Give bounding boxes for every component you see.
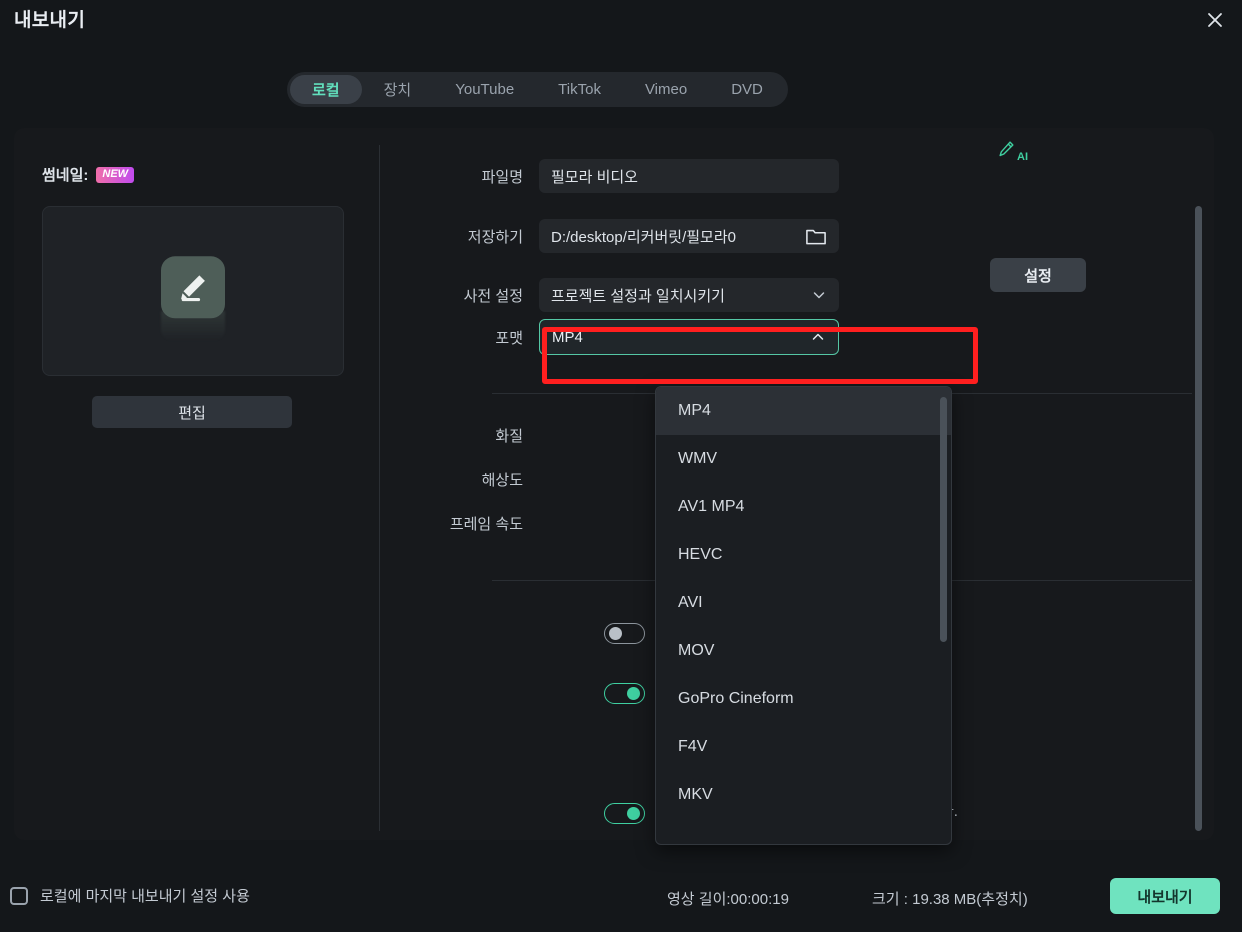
toggle-option-2[interactable] xyxy=(604,683,645,704)
tab-device[interactable]: 장치 xyxy=(362,75,434,104)
format-row: 포맷 MP4 xyxy=(379,319,839,355)
chevron-down-icon xyxy=(811,287,827,303)
video-duration-text: 영상 길이:00:00:19 xyxy=(667,891,789,908)
filename-input[interactable]: 필모라 비디오 xyxy=(539,159,839,193)
dropdown-option-gopro-cineform[interactable]: GoPro Cineform xyxy=(656,675,951,723)
export-target-tabs: 로컬 장치 YouTube TikTok Vimeo DVD xyxy=(287,72,788,107)
dialog-titlebar: 내보내기 xyxy=(0,0,1242,46)
option-label: GoPro Cineform xyxy=(678,690,794,707)
preset-settings-button[interactable]: 설정 xyxy=(990,258,1086,292)
format-value: MP4 xyxy=(552,328,583,346)
save-path-input[interactable]: D:/desktop/리커버릿/필모라0 xyxy=(539,219,839,253)
preset-value: 프로젝트 설정과 일치시키기 xyxy=(551,287,725,305)
dropdown-option-mkv[interactable]: MKV xyxy=(656,771,951,819)
tab-label: YouTube xyxy=(455,81,515,98)
tab-tiktok[interactable]: TikTok xyxy=(536,75,623,104)
option-label: WMV xyxy=(678,450,718,467)
preset-label: 사전 설정 xyxy=(463,287,523,305)
dropdown-option-wmv[interactable]: WMV xyxy=(656,435,951,483)
export-button-label: 내보내기 xyxy=(1137,888,1193,906)
tab-label: Vimeo xyxy=(644,81,688,98)
export-settings-panel: 썸네일: NEW 편집 파일명 필모라 비디오 AI 저장하기 D:/deskt… xyxy=(14,128,1214,840)
option-label: MP4 xyxy=(678,402,711,419)
format-label: 포맷 xyxy=(495,329,523,347)
option-label: AVI xyxy=(678,594,703,611)
new-badge: NEW xyxy=(96,166,135,183)
close-button[interactable] xyxy=(1198,4,1232,36)
option-label: MKV xyxy=(678,786,713,803)
preset-select[interactable]: 프로젝트 설정과 일치시키기 xyxy=(539,278,839,312)
tab-youtube[interactable]: YouTube xyxy=(433,75,536,104)
save-path-row: 저장하기 D:/desktop/리커버릿/필모라0 xyxy=(379,219,839,253)
filename-row: 파일명 필모라 비디오 xyxy=(379,159,839,193)
option-label: MOV xyxy=(678,642,715,659)
pencil-edit-icon xyxy=(161,256,225,319)
toggle-knob xyxy=(627,687,640,700)
estimated-size-text: 크기 : 19.38 MB(추정치) xyxy=(872,891,1028,908)
panel-scrollbar[interactable] xyxy=(1195,206,1202,831)
quality-label: 화질 xyxy=(495,428,523,445)
tab-label: DVD xyxy=(731,81,763,98)
ai-label: AI xyxy=(1017,151,1028,163)
edit-button-label: 편집 xyxy=(178,404,206,422)
toggle-knob xyxy=(609,627,622,640)
thumbnail-label: 썸네일: xyxy=(42,167,89,184)
dropdown-option-f4v[interactable]: F4V xyxy=(656,723,951,771)
thumbnail-label-row: 썸네일: NEW xyxy=(42,164,135,185)
dropdown-option-avi[interactable]: AVI xyxy=(656,579,951,627)
format-dropdown-list: MP4 WMV AV1 MP4 HEVC AVI MOV GoPro Cinef… xyxy=(655,386,952,845)
dialog-footer: 로컬에 마지막 내보내기 설정 사용 영상 길이:00:00:19 크기 : 1… xyxy=(0,862,1242,932)
use-last-settings-checkbox[interactable]: 로컬에 마지막 내보내기 설정 사용 xyxy=(10,885,250,906)
dropdown-option-mp4[interactable]: MP4 xyxy=(656,387,951,435)
thumbnail-preview[interactable] xyxy=(42,206,344,376)
save-path-label: 저장하기 xyxy=(467,228,523,246)
export-dialog: 내보내기 로컬 장치 YouTube TikTok Vimeo DVD 썸네일:… xyxy=(0,0,1242,932)
settings-button-label: 설정 xyxy=(1024,267,1052,285)
tab-local[interactable]: 로컬 xyxy=(290,75,362,104)
tab-label: TikTok xyxy=(558,81,601,98)
resolution-label: 해상도 xyxy=(481,472,523,489)
tab-label: 로컬 xyxy=(312,82,340,99)
tab-label: 장치 xyxy=(383,82,412,99)
checkbox-label: 로컬에 마지막 내보내기 설정 사용 xyxy=(40,888,250,905)
toggle-option-1[interactable] xyxy=(604,623,645,644)
option-label: AV1 MP4 xyxy=(678,498,745,515)
preset-row: 사전 설정 프로젝트 설정과 일치시키기 xyxy=(379,278,839,312)
option-label: HEVC xyxy=(678,546,723,563)
export-button[interactable]: 내보내기 xyxy=(1110,878,1220,914)
tab-vimeo[interactable]: Vimeo xyxy=(623,75,709,104)
option-label: F4V xyxy=(678,738,708,755)
ai-pencil-icon xyxy=(996,139,1016,164)
toggle-knob xyxy=(627,807,640,820)
dropdown-scrollbar[interactable] xyxy=(940,397,947,642)
thumbnail-edit-button[interactable]: 편집 xyxy=(92,396,292,428)
toggle-option-3[interactable] xyxy=(604,803,645,824)
filename-value: 필모라 비디오 xyxy=(551,168,638,186)
checkbox-box xyxy=(10,886,28,905)
dropdown-option-mov[interactable]: MOV xyxy=(656,627,951,675)
save-path-value: D:/desktop/리커버릿/필모라0 xyxy=(551,228,736,246)
chevron-up-icon xyxy=(810,329,826,345)
folder-icon[interactable] xyxy=(805,226,827,246)
page-title: 내보내기 xyxy=(14,10,86,31)
dropdown-option-av1-mp4[interactable]: AV1 MP4 xyxy=(656,483,951,531)
ai-rename-button[interactable]: AI xyxy=(996,139,1028,164)
format-select[interactable]: MP4 xyxy=(539,319,839,355)
framerate-label: 프레임 속도 xyxy=(449,516,523,533)
tab-dvd[interactable]: DVD xyxy=(709,75,785,104)
close-icon xyxy=(1205,10,1225,30)
filename-label: 파일명 xyxy=(481,168,523,186)
dropdown-option-hevc[interactable]: HEVC xyxy=(656,531,951,579)
